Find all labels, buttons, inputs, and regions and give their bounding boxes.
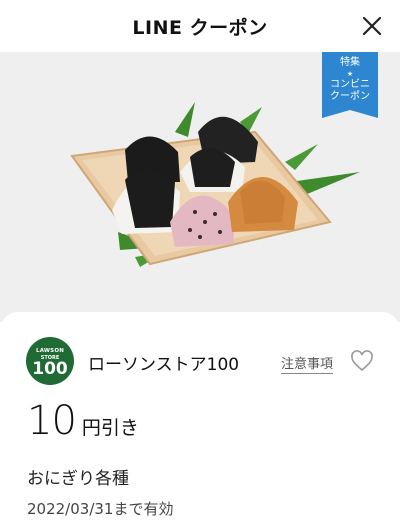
store-logo: LAWSON STORE 100 [26,337,74,385]
heart-icon[interactable] [350,349,374,373]
close-icon[interactable] [358,12,386,40]
store-logo-line-1: LAWSON [35,348,65,354]
badge-line-1: 特集 [340,57,360,68]
validity-date: 2022/03/31まで有効 [27,500,174,518]
coupon-card: LAWSON STORE 100 ローソンストア100 注意事項 10 円引き … [0,312,400,526]
star-icon: ★ [346,70,354,78]
discount: 10 円引き [27,398,139,444]
coupon-hero-image: 特集 ★ コンビニ クーポン [0,52,400,322]
header-title: LINE クーポン [132,17,268,39]
discount-unit: 円引き [81,417,139,439]
item-name: おにぎり各種 [27,469,129,489]
store-name: ローソンストア100 [88,355,240,375]
discount-value: 10 [27,398,77,444]
feature-badge: 特集 ★ コンビニ クーポン [322,52,378,118]
notice-link[interactable]: 注意事項 [281,353,334,374]
app-header: LINE クーポン [0,0,400,52]
badge-line-2: コンビニ [330,79,370,90]
store-logo-line-3: 100 [32,359,68,379]
badge-line-3: クーポン [330,91,370,102]
